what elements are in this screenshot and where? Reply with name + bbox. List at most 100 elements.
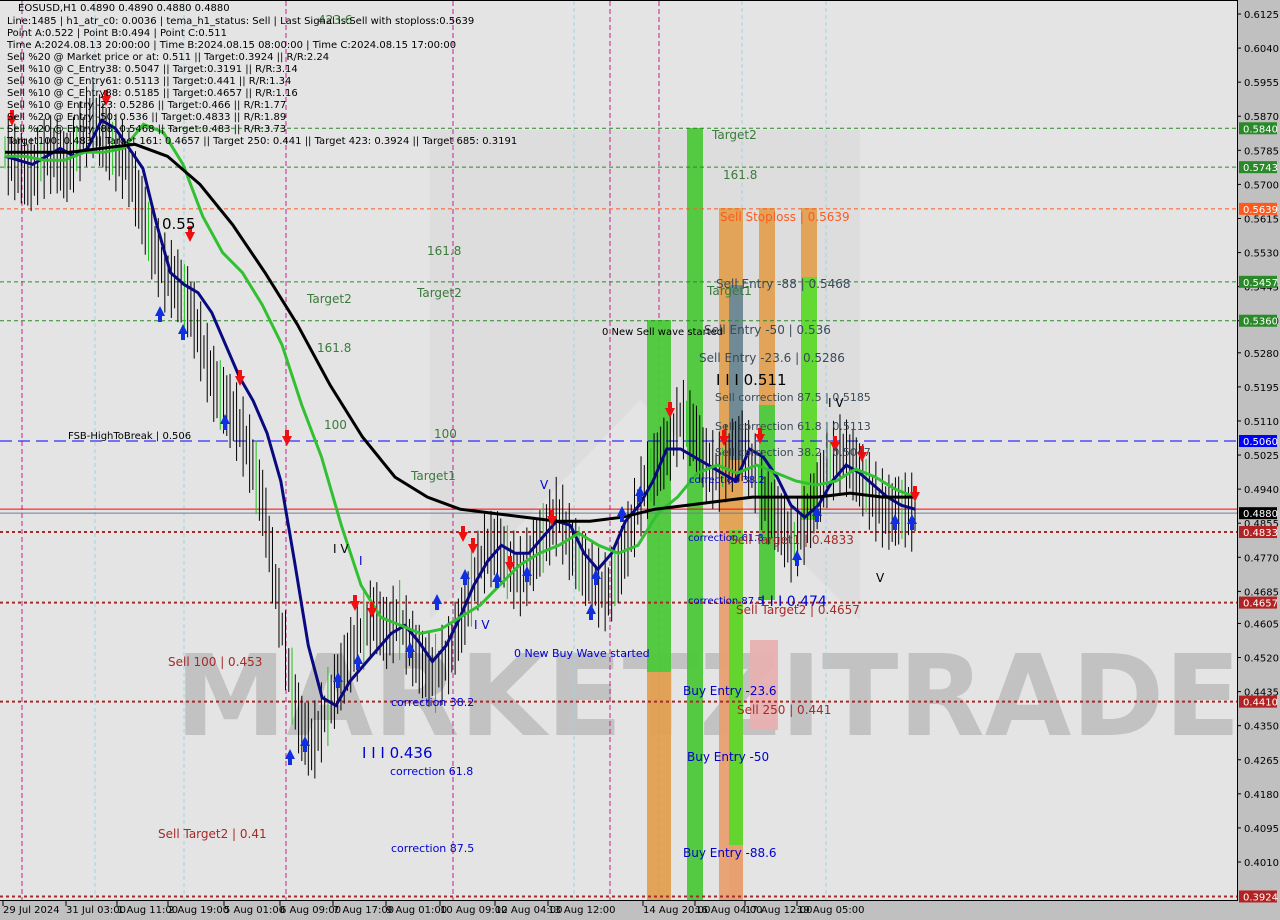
chart-annotation: V <box>540 478 549 492</box>
y-tick-label: 0.4095 <box>1244 824 1279 835</box>
chart-annotation: correction 38.2 <box>391 696 474 709</box>
signal-info-line: Sell %20 @ Market price or at: 0.511 || … <box>7 52 330 63</box>
signal-column <box>687 128 703 900</box>
chart-annotation: correction 38.2 <box>689 475 765 486</box>
chart-annotation: 161.8 <box>723 168 757 182</box>
signal-column <box>647 672 671 900</box>
chart-annotation: FSB-HighToBreak | 0.506 <box>68 431 191 442</box>
y-tick-label: 0.5700 <box>1244 180 1279 191</box>
chart-annotation: Buy Entry -50 <box>687 750 769 764</box>
price-badge-label: 0.3924 <box>1243 892 1278 903</box>
x-tick-label: 13 Aug 12:00 <box>548 905 615 916</box>
chart-annotation: correction 87.5 <box>391 842 474 855</box>
x-tick-label: 29 Jul 2024 <box>3 905 60 916</box>
y-tick-label: 0.5785 <box>1244 146 1279 157</box>
chart-annotation: I <box>359 554 363 568</box>
price-badge-label: 0.5840 <box>1243 124 1278 135</box>
chart-annotation: I V <box>474 618 490 632</box>
signal-info-line: Sell %10 @ C_Entry38: 0.5047 || Target:0… <box>7 64 298 75</box>
y-tick-label: 0.4350 <box>1244 722 1279 733</box>
chart-annotation: I I I 0.511 <box>716 371 787 389</box>
chart-annotation: 161.8 <box>317 341 351 355</box>
signal-info-line: Sell %10 @ C_Entry61: 0.5113 || Target:0… <box>7 76 292 87</box>
price-badge-label: 0.4657 <box>1243 599 1278 610</box>
chart-annotation: Target2 <box>416 286 462 300</box>
sell-arrow-icon <box>282 430 292 446</box>
chart-annotation: Sell correction 87.5 | 0.5185 <box>715 391 871 404</box>
x-tick-label: 5 Aug 01:00 <box>224 905 285 916</box>
chart-annotation: I V <box>828 396 844 410</box>
x-tick-label: 9 Aug 01:00 <box>386 905 447 916</box>
price-badge-label: 0.4410 <box>1243 698 1278 709</box>
price-badge-label: 0.5743 <box>1243 163 1278 174</box>
chart-annotation: 0 New Buy Wave started <box>514 647 650 660</box>
signal-info-line: Sell %20 @ Entry -50: 0.536 || Target:0.… <box>7 112 287 123</box>
chart-annotation: I V <box>333 542 349 556</box>
chart-annotation: Target1 <box>706 284 752 298</box>
chart-window: MARKETZITRADE 0.55 161.8 Target2 161.8 Target… <box>0 0 1280 920</box>
y-tick-label: 0.5530 <box>1244 249 1279 260</box>
y-tick-label: 0.4940 <box>1244 485 1279 496</box>
sell-arrow-icon <box>350 595 360 611</box>
price-badge-label: 0.4880 <box>1243 509 1278 520</box>
buy-arrow-icon <box>586 604 596 620</box>
chart-annotation: Buy Entry -23.6 <box>683 684 777 698</box>
chart-annotation: Sell Entry -23.6 | 0.5286 <box>699 351 845 365</box>
chart-annotation: Sell correction 61.8 | 0.5113 <box>715 420 871 433</box>
y-tick-label: 0.6125 <box>1244 10 1279 21</box>
buy-arrow-icon <box>220 414 230 430</box>
y-tick-label: 0.5615 <box>1244 214 1279 225</box>
buy-arrow-icon <box>155 306 165 322</box>
chart-annotation: Target2 <box>306 292 352 306</box>
signal-info-line: Sell %10 @ Entry -23: 0.5286 || Target:0… <box>7 100 287 111</box>
chart-annotation: 0 New Sell wave started <box>602 327 723 338</box>
chart-annotation: 100 <box>434 427 457 441</box>
y-tick-label: 0.5280 <box>1244 349 1279 360</box>
chart-annotation: Sell correction 38.2 | 0.5047 <box>715 446 871 459</box>
x-tick-label: 2 Aug 19:00 <box>168 905 229 916</box>
chart-annotation: Sell Target2 | 0.4657 <box>736 603 860 617</box>
y-tick-label: 0.4770 <box>1244 553 1279 564</box>
signal-info-line: Point A:0.522 | Point B:0.494 | Point C:… <box>7 28 227 39</box>
y-tick-label: 0.5025 <box>1244 451 1279 462</box>
chart-annotation: Target2 <box>711 128 757 142</box>
y-tick-label: 0.4520 <box>1244 654 1279 665</box>
chart-annotation: 161.8 <box>427 244 461 258</box>
symbol-ohlc-line: EOSUSD,H1 0.4890 0.4890 0.4880 0.4880 <box>18 3 230 14</box>
y-tick-label: 0.6040 <box>1244 44 1279 55</box>
buy-arrow-icon <box>178 324 188 340</box>
x-tick-label: 19 Aug 05:00 <box>797 905 864 916</box>
signal-info-line: Sell %20 @ Entry -88: 0.5468 || Target:0… <box>7 124 287 135</box>
price-badge-label: 0.5639 <box>1243 205 1278 216</box>
y-tick-label: 0.5195 <box>1244 383 1279 394</box>
chart-annotation: Sell 100 | 0.453 <box>168 655 262 669</box>
chart-annotation: Target1 <box>410 469 456 483</box>
y-tick-label: 0.4605 <box>1244 619 1279 630</box>
signal-info-line: Target100: 0.483 || Target 161: 0.4657 |… <box>7 136 518 147</box>
y-tick-label: 0.5110 <box>1244 417 1279 428</box>
chart-annotation: V <box>876 571 885 585</box>
chart-annotation: Sell 250 | 0.441 <box>737 703 831 717</box>
signal-info-line: Time A:2024.08.13 20:00:00 | Time B:2024… <box>7 40 457 51</box>
y-tick-label: 0.4180 <box>1244 790 1279 801</box>
signal-info-line: Line:1485 | h1_atr_c0: 0.0036 | tema_h1_… <box>7 16 475 27</box>
price-badge-label: 0.5457 <box>1243 278 1278 289</box>
signal-info-line: Sell %10 @ C_Entry88: 0.5185 || Target:0… <box>7 88 298 99</box>
y-tick-label: 0.5955 <box>1244 78 1279 89</box>
y-tick-label: 0.4265 <box>1244 756 1279 767</box>
x-tick-label: 7 Aug 17:00 <box>333 905 394 916</box>
y-tick-label: 0.5870 <box>1244 112 1279 123</box>
chart-annotation: Sell Target2 | 0.41 <box>158 827 267 841</box>
price-badge-label: 0.5060 <box>1243 437 1278 448</box>
x-tick-label: 6 Aug 09:00 <box>280 905 341 916</box>
chart-annotation: correction 61.8 <box>390 765 473 778</box>
chart-annotation: Sell Target1 | 0.4833 <box>730 533 854 547</box>
price-badge-label: 0.5360 <box>1243 317 1278 328</box>
price-badge-label: 0.4833 <box>1243 528 1278 539</box>
chart-annotation: I I I 0.436 <box>362 744 433 762</box>
chart-annotation: 0.55 <box>162 215 195 233</box>
chart-annotation: Buy Entry -88.6 <box>683 846 777 860</box>
chart-annotation: Sell Stoploss | 0.5639 <box>720 210 850 224</box>
chart-annotation: 100 <box>324 418 347 432</box>
y-tick-label: 0.4010 <box>1244 858 1279 869</box>
